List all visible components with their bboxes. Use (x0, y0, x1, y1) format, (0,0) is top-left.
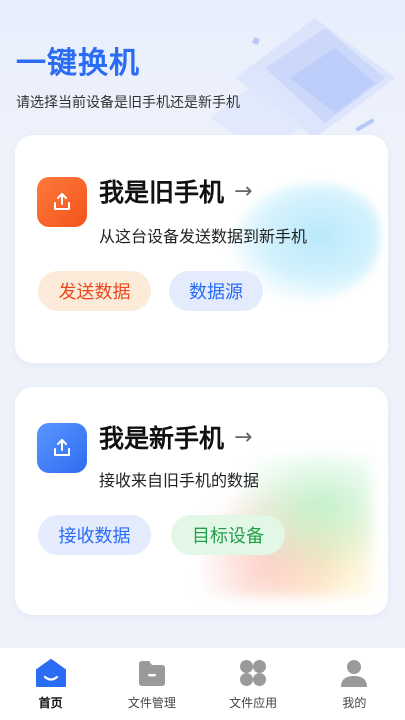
home-icon (35, 657, 67, 689)
new-phone-title-row[interactable]: 我是新手机 → (99, 419, 252, 455)
target-device-button[interactable]: 目标设备 (171, 515, 285, 555)
tab-file-apps-label: 文件应用 (229, 696, 278, 710)
tab-me[interactable]: 我的 (304, 648, 405, 720)
arrow-right-icon: → (234, 424, 253, 450)
old-phone-title: 我是旧手机 (99, 178, 225, 207)
receive-data-button[interactable]: 接收数据 (38, 515, 151, 555)
page-subtitle: 请选择当前设备是旧手机还是新手机 (16, 95, 240, 111)
old-phone-card[interactable]: 我是旧手机 → 从这台设备发送数据到新手机 发送数据 数据源 (15, 135, 388, 363)
person-icon (338, 657, 370, 689)
new-phone-title: 我是新手机 (99, 424, 225, 453)
tab-file-apps[interactable]: 文件应用 (203, 648, 304, 720)
tab-file-manager[interactable]: 文件管理 (101, 648, 202, 720)
new-phone-card[interactable]: 我是新手机 → 接收来自旧手机的数据 接收数据 目标设备 (15, 387, 388, 615)
apps-icon (237, 657, 269, 689)
tab-home-label: 首页 (38, 696, 63, 710)
upload-icon (37, 423, 87, 473)
send-data-button[interactable]: 发送数据 (38, 271, 151, 311)
tab-home[interactable]: 首页 (0, 648, 101, 720)
upload-icon (37, 177, 87, 227)
arrow-right-icon: → (234, 178, 253, 204)
bottom-tab-bar: 首页 文件管理 文件应用 我的 (0, 648, 405, 720)
page-title: 一键换机 (16, 46, 140, 81)
folder-icon (136, 657, 168, 689)
tab-me-label: 我的 (342, 696, 367, 710)
old-phone-title-row[interactable]: 我是旧手机 → (99, 173, 252, 209)
old-phone-description: 从这台设备发送数据到新手机 (99, 227, 308, 246)
new-phone-description: 接收来自旧手机的数据 (99, 471, 260, 490)
tab-file-manager-label: 文件管理 (127, 696, 176, 710)
data-source-button[interactable]: 数据源 (169, 271, 263, 311)
decorative-prism-graphic (210, 18, 395, 148)
